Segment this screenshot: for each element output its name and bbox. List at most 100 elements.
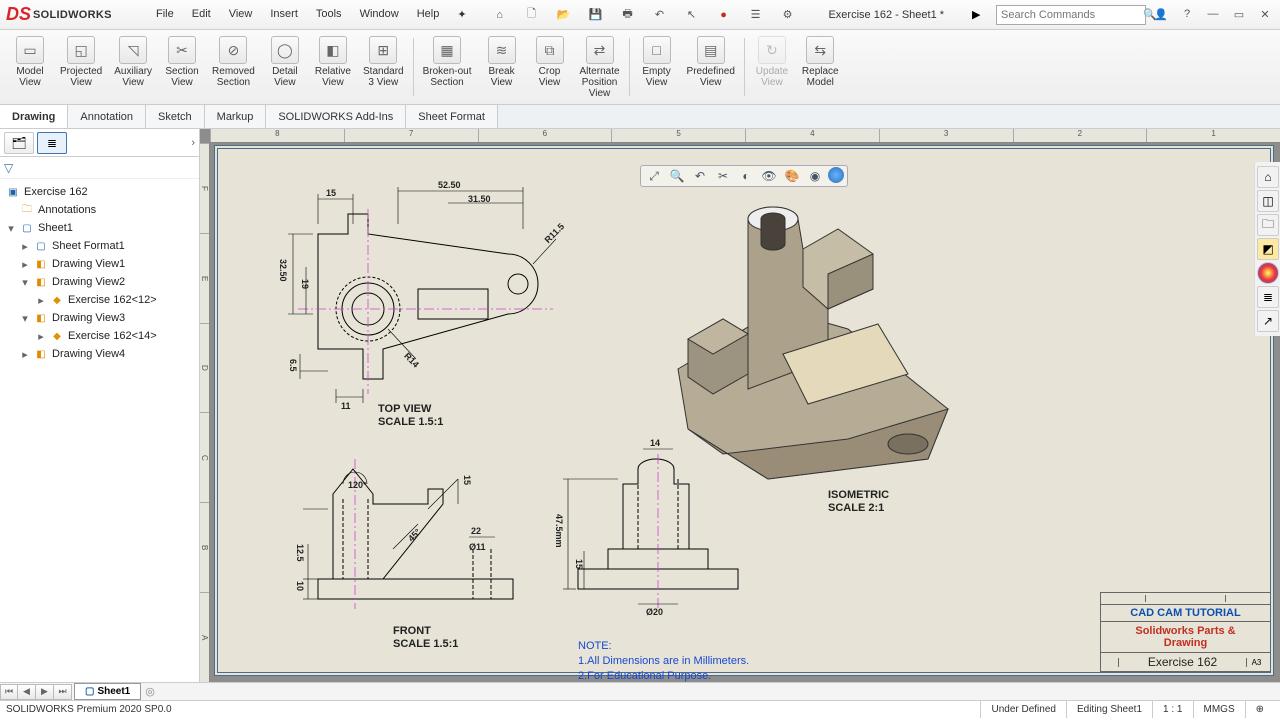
tree-view3-child[interactable]: ▸◆Exercise 162<14>: [2, 327, 197, 345]
options-list-icon[interactable]: ☰: [743, 4, 769, 26]
select-arrow-icon[interactable]: ↖: [679, 4, 705, 26]
ribbon-model[interactable]: ▭Model View: [6, 32, 54, 102]
top-view[interactable]: 15 52.50 31.50 32.50 19 R11.5 R14 6.5 11: [258, 179, 558, 409]
menu-star-icon[interactable]: ✦: [449, 4, 474, 25]
open-icon[interactable]: 📂: [551, 4, 577, 26]
ribbon-tab-sheet-format[interactable]: Sheet Format: [406, 105, 498, 128]
sheet-tab[interactable]: ▢ Sheet1: [74, 683, 141, 700]
tree-sheet[interactable]: ▾▢Sheet1: [2, 219, 197, 237]
home-icon[interactable]: ⌂: [487, 4, 513, 26]
hide-show-icon[interactable]: 👁: [759, 167, 779, 185]
filter-row[interactable]: ▽: [0, 157, 199, 179]
tree-root[interactable]: ▣Exercise 162: [2, 183, 197, 201]
ribbon-broken-out[interactable]: ▦Broken-out Section: [417, 32, 478, 102]
sheet-last-icon[interactable]: ⏭: [54, 684, 72, 700]
print-icon[interactable]: 🖶: [615, 4, 641, 26]
custom-props-icon[interactable]: ≣: [1257, 286, 1279, 308]
user-icon[interactable]: 👤: [1152, 8, 1170, 21]
ribbon-tab-sketch[interactable]: Sketch: [146, 105, 205, 128]
view-settings-icon[interactable]: [828, 167, 844, 183]
flyout-icon[interactable]: ▶: [972, 8, 992, 21]
view-palette-icon[interactable]: ◩: [1257, 238, 1279, 260]
menu-tools[interactable]: Tools: [308, 4, 350, 25]
zoom-fit-icon[interactable]: ⤢: [644, 167, 664, 185]
edit-appearance-icon[interactable]: 🎨: [782, 167, 802, 185]
ribbon-standard[interactable]: ⊞Standard 3 View: [357, 32, 410, 102]
drawing-sheet[interactable]: ⤢ 🔍 ↶ ✂ ◐ 👁 🎨 ◉: [214, 145, 1274, 676]
ribbon-tab-solidworks-add-ins[interactable]: SOLIDWORKS Add-Ins: [266, 105, 406, 128]
ribbon-relative[interactable]: ◧Relative View: [309, 32, 357, 102]
resources-tab-icon[interactable]: ◫: [1257, 190, 1279, 212]
front-view[interactable]: 120° 45° 15 22 Ø11 12.5 10: [273, 449, 533, 619]
ribbon-tab-annotation[interactable]: Annotation: [68, 105, 146, 128]
ribbon-alternate[interactable]: ⇄Alternate Position View: [574, 32, 626, 102]
ribbon-tab-drawing[interactable]: Drawing: [0, 105, 68, 128]
twisty-icon[interactable]: ▸: [20, 348, 30, 361]
menu-view[interactable]: View: [221, 4, 261, 25]
tree-view4[interactable]: ▸◧Drawing View4: [2, 345, 197, 363]
menu-file[interactable]: File: [148, 4, 182, 25]
prev-view-icon[interactable]: ↶: [690, 167, 710, 185]
zoom-area-icon[interactable]: 🔍: [667, 167, 687, 185]
feature-tree-tab-icon[interactable]: 🗂: [4, 132, 34, 154]
tree-view3[interactable]: ▾◧Drawing View3: [2, 309, 197, 327]
status-scale[interactable]: 1 : 1: [1152, 701, 1192, 718]
tree-sheet-format[interactable]: ▸▢Sheet Format1: [2, 237, 197, 255]
search-commands-box[interactable]: 🔍: [996, 5, 1146, 25]
section-icon[interactable]: ✂: [713, 167, 733, 185]
minimize-button[interactable]: —: [1204, 8, 1222, 21]
ribbon-break[interactable]: ≋Break View: [478, 32, 526, 102]
search-input[interactable]: [1001, 9, 1143, 21]
appearances-icon[interactable]: [1257, 262, 1279, 284]
sheet-prev-icon[interactable]: ◀: [18, 684, 36, 700]
apply-scene-icon[interactable]: ◉: [805, 167, 825, 185]
maximize-button[interactable]: ▭: [1230, 8, 1248, 21]
tree-view2[interactable]: ▾◧Drawing View2: [2, 273, 197, 291]
sheet-first-icon[interactable]: ⏮: [0, 684, 18, 700]
help-icon[interactable]: ?: [1178, 8, 1196, 21]
ribbon-tab-markup[interactable]: Markup: [205, 105, 267, 128]
status-custom-icon[interactable]: ⊕: [1245, 701, 1274, 718]
ribbon-projected[interactable]: ◱Projected View: [54, 32, 108, 102]
property-tab-icon[interactable]: ≣: [37, 132, 67, 154]
ribbon-auxiliary[interactable]: ◹Auxiliary View: [108, 32, 158, 102]
status-units[interactable]: MMGS: [1193, 701, 1245, 718]
filter-funnel-icon[interactable]: ▽: [4, 161, 13, 175]
menu-insert[interactable]: Insert: [262, 4, 306, 25]
ribbon-detail[interactable]: ◯Detail View: [261, 32, 309, 102]
design-library-icon[interactable]: 🗀: [1257, 214, 1279, 236]
panel-collapse-icon[interactable]: ›: [191, 137, 195, 149]
ribbon-predefined[interactable]: ▤Predefined View: [681, 32, 741, 102]
ribbon-empty[interactable]: □Empty View: [633, 32, 681, 102]
twisty-icon[interactable]: ▾: [20, 276, 30, 289]
menu-edit[interactable]: Edit: [184, 4, 219, 25]
rebuild-icon[interactable]: ●: [711, 4, 737, 26]
tree-view1[interactable]: ▸◧Drawing View1: [2, 255, 197, 273]
display-style-icon[interactable]: ◐: [736, 167, 756, 185]
ribbon-removed[interactable]: ⊘Removed Section: [206, 32, 261, 102]
forum-icon[interactable]: ↗: [1257, 310, 1279, 332]
undo-icon[interactable]: ↶: [647, 4, 673, 26]
tree-view2-child[interactable]: ▸◆Exercise 162<12>: [2, 291, 197, 309]
home-tab-icon[interactable]: ⌂: [1257, 166, 1279, 188]
twisty-icon[interactable]: ▾: [6, 222, 16, 235]
tree-annotations[interactable]: 🗀Annotations: [2, 201, 197, 219]
sheet-next-icon[interactable]: ▶: [36, 684, 54, 700]
drawing-canvas[interactable]: 87654321 FEDCBA ◫ ▭ — □ ✕ ⤢ 🔍 ↶ ✂ ◐ 👁 🎨 …: [200, 129, 1280, 682]
save-icon[interactable]: 💾: [583, 4, 609, 26]
add-sheet-icon[interactable]: ◎: [145, 685, 155, 698]
twisty-icon[interactable]: ▸: [36, 330, 46, 343]
twisty-icon[interactable]: ▸: [20, 240, 30, 253]
settings-gear-icon[interactable]: ⚙: [775, 4, 801, 26]
twisty-icon[interactable]: ▸: [20, 258, 30, 271]
close-button[interactable]: ✕: [1256, 8, 1274, 21]
ribbon-section[interactable]: ✂Section View: [158, 32, 206, 102]
isometric-view[interactable]: [648, 179, 978, 509]
twisty-icon[interactable]: ▸: [36, 294, 46, 307]
new-icon[interactable]: 🗋: [519, 4, 545, 26]
twisty-icon[interactable]: ▾: [20, 312, 30, 325]
ribbon-crop[interactable]: ⧉Crop View: [526, 32, 574, 102]
menu-window[interactable]: Window: [352, 4, 407, 25]
menu-help[interactable]: Help: [409, 4, 448, 25]
ribbon-replace[interactable]: ⇆Replace Model: [796, 32, 845, 102]
